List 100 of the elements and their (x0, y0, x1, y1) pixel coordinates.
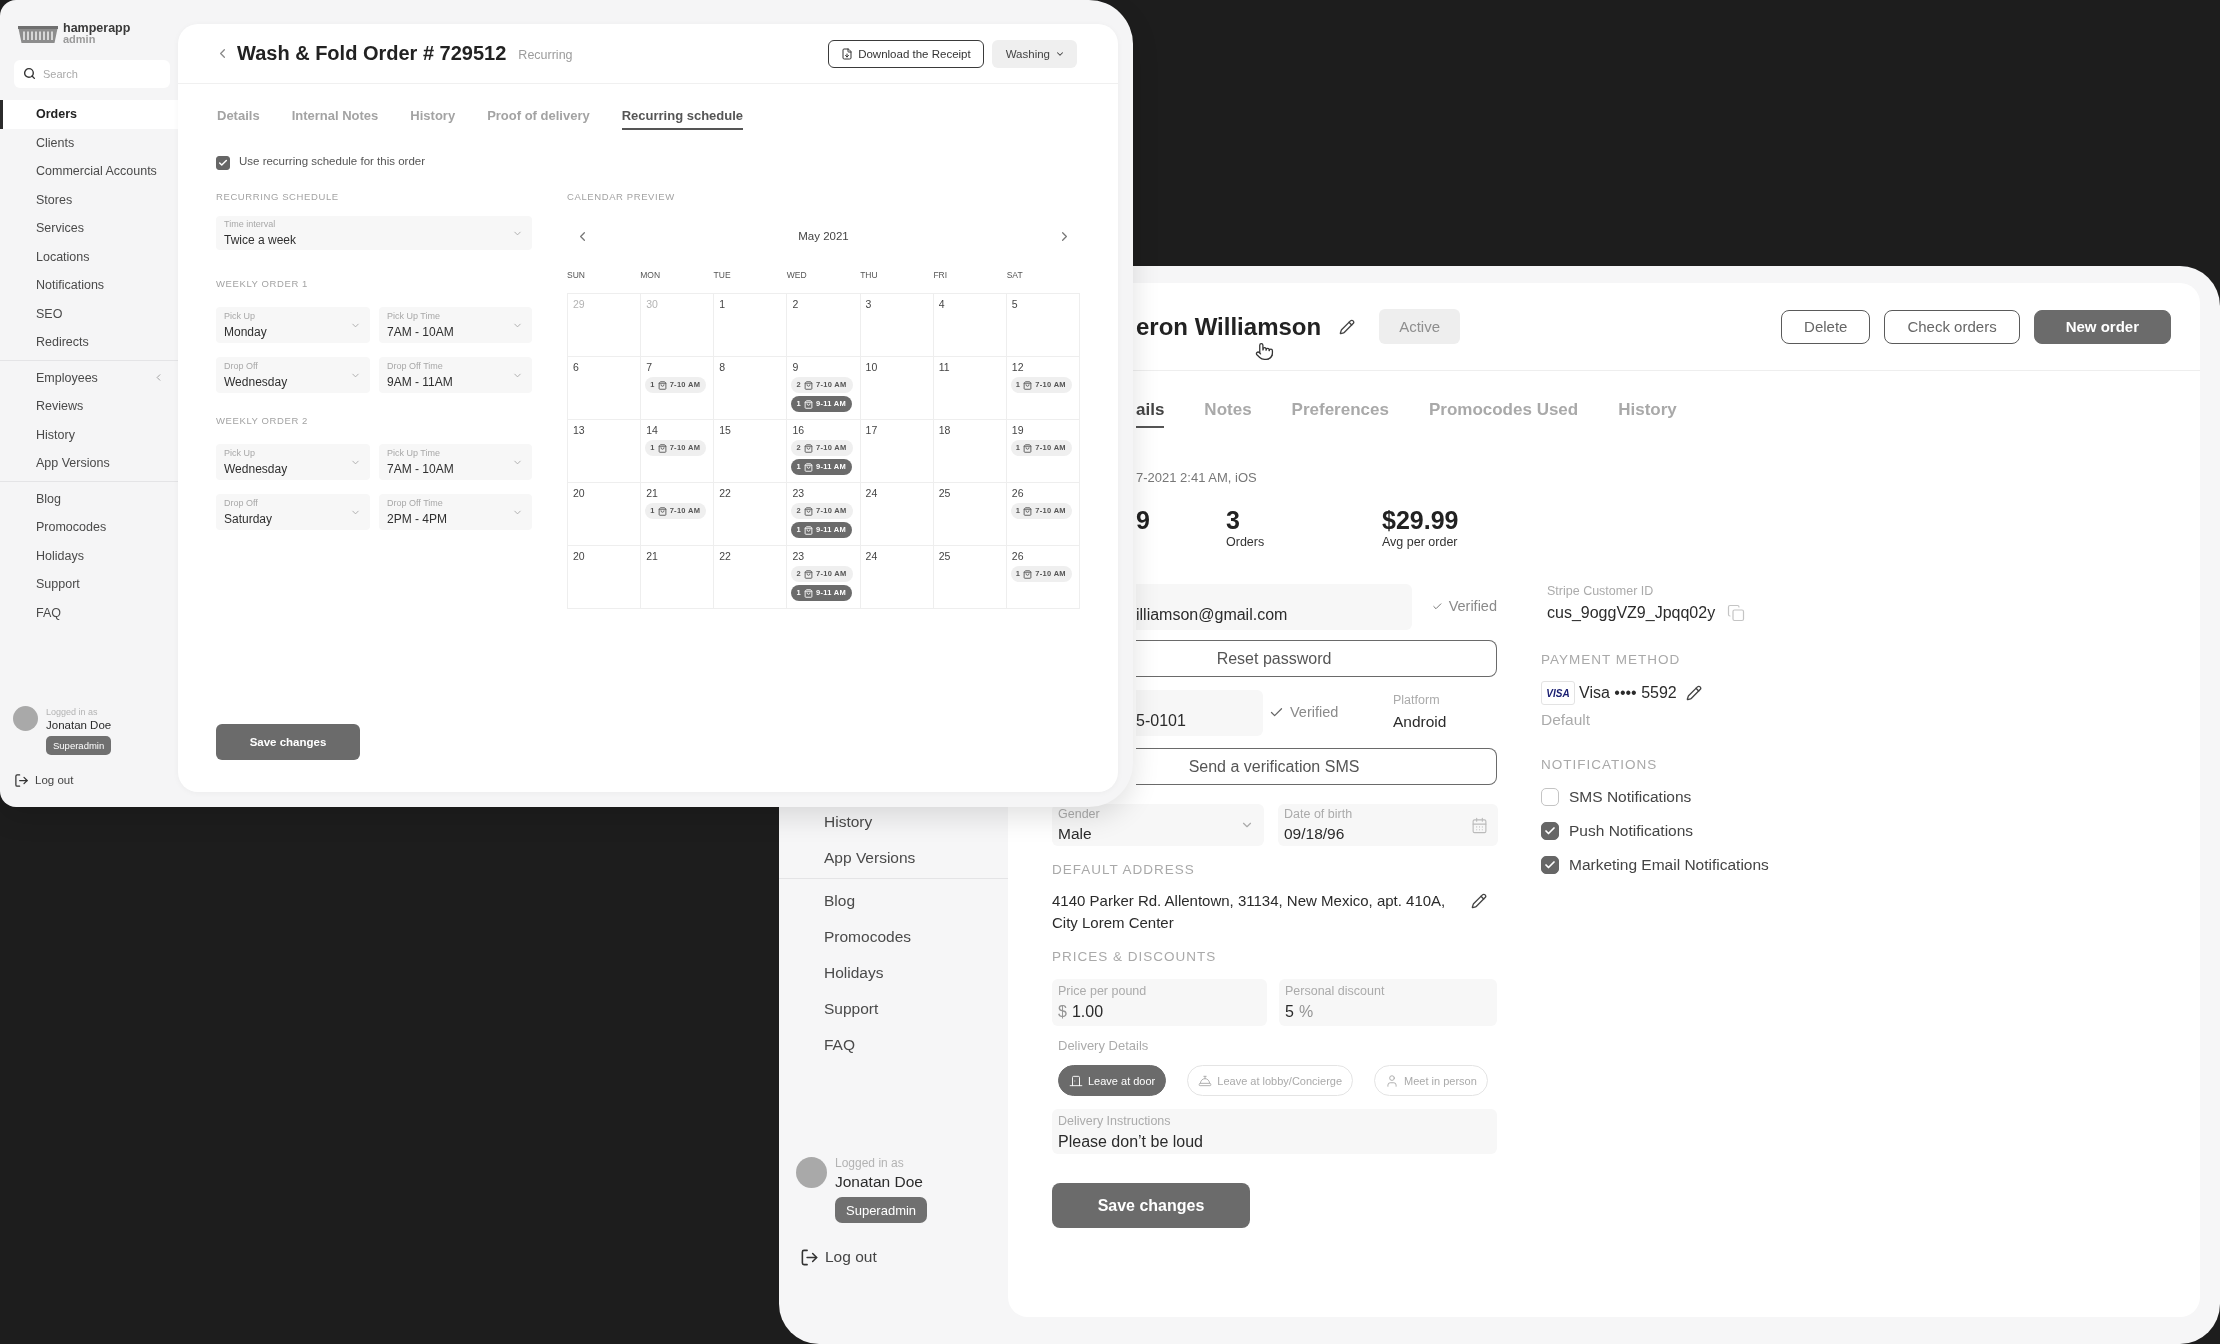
sidebar-item[interactable]: Holidays (779, 959, 1008, 987)
weekday-label: MON (640, 269, 662, 281)
logout-button[interactable]: Log out (0, 770, 178, 790)
sidebar-item[interactable]: Support (0, 570, 178, 599)
status-dropdown[interactable]: Washing (991, 39, 1077, 68)
page-title: Wash & Fold Order # 729512 (237, 42, 507, 65)
sidebar-item[interactable]: Redirects (0, 328, 178, 357)
sidebar-item[interactable]: Blog (779, 887, 1008, 915)
phone-field[interactable]: 5-0101 (1136, 690, 1263, 736)
day-number: 20 (572, 486, 585, 500)
day-number: 11 (937, 360, 950, 374)
select-field[interactable]: Drop Off Wednesday (216, 357, 370, 393)
sidebar-item[interactable]: Services (0, 214, 178, 243)
user-name: Jonatan Doe (835, 1172, 923, 1192)
pencil-icon[interactable] (1339, 318, 1356, 335)
date-field[interactable]: Date of birth 09/18/96 (1278, 804, 1498, 846)
section-heading: WEEKLY ORDER 1 (216, 278, 309, 290)
calendar-icon (1471, 816, 1488, 834)
sidebar-item[interactable]: Clients (0, 128, 178, 157)
select-field[interactable]: Time interval Twice a week (216, 216, 532, 250)
download-receipt-button[interactable]: Download the Receipt (828, 39, 984, 68)
sidebar-item[interactable]: SEO (0, 299, 178, 328)
client-name: eron Williamson (1136, 312, 1322, 341)
day-number: 25 (937, 549, 951, 563)
text-field[interactable]: Delivery Instructions Please don’t be loud (1052, 1109, 1497, 1154)
select-field[interactable]: Pick Up Time 7AM - 10AM (379, 307, 532, 343)
action-button[interactable]: New order (2033, 309, 2171, 344)
sidebar-item[interactable]: Promocodes (0, 513, 178, 542)
field-label: Pick Up (224, 310, 255, 322)
checkbox[interactable] (1541, 788, 1559, 806)
field-label: Delivery Details (1057, 1038, 1150, 1054)
send-sms-button[interactable]: Send a verification SMS (1136, 748, 1497, 785)
select-field[interactable]: Drop Off Saturday (216, 494, 370, 530)
sidebar-item[interactable]: History (0, 420, 178, 449)
logout-icon (800, 1247, 819, 1267)
logout-button[interactable]: Log out (779, 1244, 1008, 1270)
search-field[interactable]: Search (14, 60, 170, 88)
section-heading: RECURRING SCHEDULE (216, 191, 340, 203)
role-tag: Superadmin (46, 736, 112, 755)
section-heading: CALENDAR PREVIEW (567, 191, 676, 203)
day-number: 3 (864, 297, 872, 311)
sidebar-item[interactable]: Support (779, 995, 1008, 1023)
tab[interactable]: Recurring schedule (621, 108, 744, 130)
bag-icon (1023, 506, 1033, 516)
action-button[interactable]: Delete (1781, 309, 1871, 344)
section-heading: DEFAULT ADDRESS (1052, 862, 1196, 878)
email-field[interactable]: illiamson@gmail.com (1136, 584, 1412, 630)
checkbox[interactable] (1541, 822, 1559, 840)
select-field[interactable]: Pick Up Time 7AM - 10AM (379, 444, 532, 480)
sidebar-item[interactable]: App Versions (0, 449, 178, 478)
text-field[interactable]: Personal discount 5 % (1279, 979, 1497, 1026)
sidebar-item[interactable]: Blog (0, 484, 178, 513)
day-number: 13 (572, 423, 585, 437)
tab[interactable]: ails (1136, 371, 1165, 428)
bag-icon (657, 506, 667, 516)
select-field[interactable]: Drop Off Time 9AM - 11AM (379, 357, 532, 393)
checkbox[interactable] (216, 156, 230, 170)
sidebar-item[interactable]: Commercial Accounts (0, 157, 178, 186)
sidebar-item[interactable]: Locations (0, 242, 178, 271)
checkbox[interactable] (1541, 856, 1559, 874)
sidebar-item[interactable]: Promocodes (779, 923, 1008, 951)
basket-icon (18, 25, 58, 43)
sidebar-item[interactable]: Stores (0, 185, 178, 214)
section-heading: PAYMENT METHOD (1541, 652, 1681, 668)
bag-icon (803, 443, 813, 453)
save-button[interactable]: Save changes (216, 724, 360, 760)
sidebar-item[interactable]: FAQ (0, 598, 178, 627)
pencil-icon[interactable] (1471, 893, 1487, 909)
sidebar-item[interactable]: FAQ (779, 1031, 1008, 1059)
sidebar-item[interactable]: App Versions (779, 844, 1008, 872)
day-number: 22 (718, 486, 731, 500)
section-heading: WEEKLY ORDER 2 (216, 415, 309, 427)
select-field[interactable]: Pick Up Monday (216, 307, 370, 343)
search-icon (23, 67, 36, 80)
user-name: Jonatan Doe (46, 718, 112, 733)
select-field[interactable]: Drop Off Time 2PM - 4PM (379, 494, 532, 530)
pencil-icon[interactable] (1685, 685, 1702, 701)
day-number: 20 (572, 549, 585, 563)
action-button[interactable]: Check orders (1884, 309, 2020, 344)
select-field[interactable]: Pick Up Wednesday (216, 444, 370, 480)
sidebar-item[interactable]: Employees (0, 363, 178, 392)
sidebar-item[interactable]: Holidays (0, 541, 178, 570)
sidebar-item[interactable]: History (779, 808, 1008, 836)
bag-icon (803, 462, 813, 472)
hand-cursor-icon (1255, 342, 1274, 361)
field-label: Stripe Customer ID (1547, 584, 1654, 598)
day-number: 9 (791, 360, 799, 374)
sidebar-item[interactable]: Notifications (0, 271, 178, 300)
sidebar-item[interactable]: Reviews (0, 392, 178, 421)
day-number: 16 (791, 423, 805, 437)
day-number: 15 (718, 423, 731, 437)
bag-icon (803, 380, 813, 390)
reset-password-button[interactable]: Reset password (1136, 640, 1497, 677)
select-field[interactable]: Gender Male (1052, 804, 1264, 846)
save-button[interactable]: Save changes (1052, 1183, 1250, 1228)
delivery-option[interactable]: Leave at door (1058, 1065, 1167, 1096)
sidebar-item[interactable]: Orders (0, 100, 178, 129)
text-field[interactable]: Price per pound $ 1.00 (1052, 979, 1267, 1026)
bag-icon (803, 525, 813, 535)
platform-value: Android (1393, 712, 1447, 732)
